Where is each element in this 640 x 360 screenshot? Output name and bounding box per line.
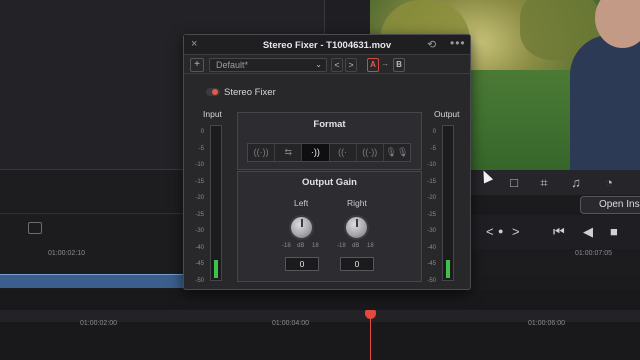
format-swap-button[interactable]: ⇆	[275, 144, 303, 161]
transport-controls: < ● > ⏮ ◀ ■	[470, 215, 640, 249]
timecode: 01:00:04:00	[272, 320, 309, 327]
meter-scale-tick: -10	[195, 162, 204, 168]
format-mono-button[interactable]: ((·))	[357, 144, 384, 161]
playhead-dot-icon[interactable]: ●	[498, 226, 503, 236]
track-icon[interactable]	[28, 222, 42, 234]
output-gain-section: Output Gain Left Right -18 dB 18 -18 dB …	[237, 171, 422, 282]
prev-preset-button[interactable]: <	[331, 58, 343, 72]
left-gain-knob[interactable]	[289, 215, 314, 240]
right-channel-label: Right	[347, 198, 367, 208]
meter-scale-tick: -25	[195, 211, 204, 218]
right-gain-knob[interactable]	[344, 215, 369, 240]
right-gain-field[interactable]: 0	[340, 257, 374, 271]
input-meter-label: Input	[203, 109, 222, 119]
compare-a-button[interactable]: A	[367, 58, 379, 72]
output-level	[446, 260, 450, 278]
add-preset-button[interactable]: +	[190, 58, 204, 72]
scale-unit: dB	[352, 243, 360, 249]
meter-scale-tick: -5	[430, 145, 436, 152]
preset-dropdown[interactable]: Default* ⌄	[209, 58, 327, 72]
stop-button[interactable]: ■	[610, 224, 618, 239]
meter-scale-tick: -50	[427, 277, 436, 284]
play-reverse-button[interactable]: ◀	[583, 224, 593, 240]
screen: □ ⌗ ♫ ◔ Open Insp 01:00:02:10 01:00:07:0…	[0, 0, 640, 360]
output-meter-label: Output	[434, 109, 460, 119]
meter-scale-tick: -10	[427, 162, 436, 168]
format-dual-mono-button[interactable]: 🎙🎙	[384, 144, 410, 161]
meter-scale-tick: 0	[432, 129, 436, 135]
meter-scale-tick: -40	[427, 244, 436, 251]
go-to-start-button[interactable]: ⏮	[553, 224, 565, 240]
transform-icon[interactable]: ⌗	[536, 175, 552, 191]
copy-arrow-icon[interactable]: →	[381, 59, 389, 68]
preset-bar: + Default* ⌄ < > A → B	[184, 56, 470, 74]
preset-value: Default*	[216, 60, 249, 70]
format-section: Format ((·)) ⇆ ·)) ((· ((·)) 🎙🎙	[237, 112, 422, 170]
format-stereo-button[interactable]: ((·))	[248, 144, 276, 161]
audio-clip[interactable]	[0, 274, 190, 288]
playhead-line[interactable]	[370, 312, 371, 360]
next-preset-button[interactable]: >	[345, 58, 357, 72]
crop-icon[interactable]: □	[506, 175, 522, 191]
scale-min: -18	[337, 243, 346, 249]
format-right-to-both-button[interactable]: ·))	[302, 144, 330, 161]
chevron-down-icon: ⌄	[315, 60, 322, 69]
output-meter	[442, 125, 454, 281]
prev-frame-button[interactable]: <	[486, 224, 494, 239]
output-gain-title: Output Gain	[302, 177, 357, 188]
reset-icon[interactable]: ⟲	[427, 38, 436, 51]
meter-scale-tick: -15	[427, 178, 436, 185]
audio-icon[interactable]: ♫	[568, 175, 584, 191]
input-level	[214, 260, 218, 278]
speed-icon[interactable]: ◔	[601, 175, 617, 191]
scale-max: 18	[367, 243, 374, 249]
format-title: Format	[313, 119, 346, 130]
format-left-to-both-button[interactable]: ((·	[330, 144, 357, 161]
meter-scale-tick: -45	[427, 261, 436, 267]
timecode: 01:00:06:00	[528, 320, 565, 327]
video-person	[570, 35, 640, 170]
compare-b-button[interactable]: B	[393, 58, 405, 72]
meter-scale-tick: -45	[195, 261, 204, 267]
left-gain-field[interactable]: 0	[285, 257, 319, 271]
more-options-icon[interactable]: •••	[450, 36, 466, 50]
meter-scale-tick: -20	[195, 195, 204, 201]
meter-scale-tick: -40	[195, 244, 204, 251]
scale-max: 18	[312, 243, 319, 249]
meter-scale-tick: 0	[200, 129, 204, 135]
open-inspector-button[interactable]: Open Insp	[580, 196, 640, 214]
next-frame-button[interactable]: >	[512, 224, 520, 239]
input-meter	[210, 125, 222, 281]
meter-scale-tick: -30	[427, 228, 436, 234]
meter-scale-tick: -5	[198, 145, 204, 152]
scale-unit: dB	[297, 243, 305, 249]
meter-scale-tick: -30	[195, 228, 204, 234]
meter-scale-tick: -20	[427, 195, 436, 201]
timecode: 01:00:02:00	[80, 320, 117, 327]
meter-scale-tick: -25	[427, 211, 436, 218]
stereo-fixer-window: × Stereo Fixer - T1004631.mov ⟲ ••• + De…	[183, 34, 471, 290]
window-titlebar[interactable]: × Stereo Fixer - T1004631.mov ⟲ •••	[184, 35, 470, 55]
timecode: 01:00:02:10	[48, 250, 85, 257]
timecode: 01:00:07:05	[575, 250, 612, 257]
format-buttons: ((·)) ⇆ ·)) ((· ((·)) 🎙🎙	[247, 143, 411, 162]
enable-toggle[interactable]	[206, 88, 220, 96]
effect-name-label: Stereo Fixer	[224, 87, 276, 98]
scale-min: -18	[282, 243, 291, 249]
left-channel-label: Left	[294, 198, 309, 208]
meter-scale-tick: -15	[195, 178, 204, 185]
meter-scale-tick: -50	[195, 277, 204, 284]
